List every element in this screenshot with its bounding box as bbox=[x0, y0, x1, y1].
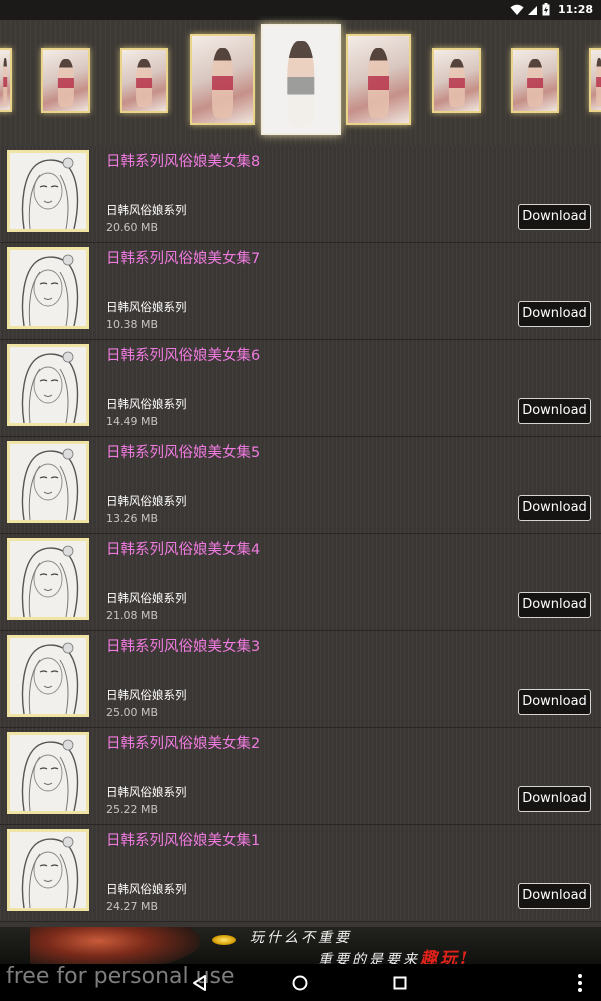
list-item[interactable]: 日韩系列风俗娘美女集7 日韩风俗娘系列 10.38 MB Download bbox=[0, 243, 601, 340]
item-size: 20.60 MB bbox=[106, 221, 159, 234]
sketch-portrait-icon bbox=[10, 735, 86, 811]
status-bar: 11:28 bbox=[0, 0, 601, 20]
list-item[interactable]: 日韩系列风俗娘美女集4 日韩风俗娘系列 21.08 MB Download bbox=[0, 534, 601, 631]
gallery-thumb-1[interactable] bbox=[0, 48, 12, 112]
ad-line2-prefix: 重要的是要来 bbox=[318, 952, 420, 964]
item-thumbnail bbox=[7, 732, 89, 814]
download-button[interactable]: Download bbox=[518, 398, 591, 424]
download-button[interactable]: Download bbox=[518, 592, 591, 618]
item-title: 日韩系列风俗娘美女集6 bbox=[106, 348, 261, 364]
item-title: 日韩系列风俗娘美女集2 bbox=[106, 736, 261, 752]
item-subtitle: 日韩风俗娘系列 bbox=[106, 688, 187, 702]
list-item[interactable]: 日韩系列风俗娘美女集2 日韩风俗娘系列 25.22 MB Download bbox=[0, 728, 601, 825]
item-size: 13.26 MB bbox=[106, 512, 159, 525]
item-title: 日韩系列风俗娘美女集7 bbox=[106, 251, 261, 267]
gallery-thumb-3[interactable] bbox=[120, 48, 168, 113]
item-thumbnail bbox=[7, 344, 89, 426]
item-thumbnail bbox=[7, 635, 89, 717]
item-title: 日韩系列风俗娘美女集4 bbox=[106, 542, 261, 558]
recents-icon[interactable] bbox=[388, 971, 412, 995]
download-list: 日韩系列风俗娘美女集8 日韩风俗娘系列 20.60 MB Download 日韩… bbox=[0, 146, 601, 922]
gallery-thumb-5[interactable] bbox=[261, 24, 341, 135]
item-title: 日韩系列风俗娘美女集1 bbox=[106, 833, 261, 849]
download-button[interactable]: Download bbox=[518, 204, 591, 230]
ad-line2-highlight: 趣玩 bbox=[420, 949, 460, 964]
item-subtitle: 日韩风俗娘系列 bbox=[106, 397, 187, 411]
list-item[interactable]: 日韩系列风俗娘美女集1 日韩风俗娘系列 24.27 MB Download bbox=[0, 825, 601, 922]
list-item[interactable]: 日韩系列风俗娘美女集6 日韩风俗娘系列 14.49 MB Download bbox=[0, 340, 601, 437]
item-title: 日韩系列风俗娘美女集8 bbox=[106, 154, 261, 170]
home-icon[interactable] bbox=[288, 971, 312, 995]
status-icons: 11:28 bbox=[510, 3, 593, 16]
gallery-thumb-9[interactable] bbox=[589, 48, 601, 112]
sketch-portrait-icon bbox=[10, 832, 86, 908]
gallery-strip[interactable] bbox=[0, 20, 601, 147]
gallery-thumb-7[interactable] bbox=[432, 48, 481, 113]
ad-banner[interactable]: 玩什么不重要 重要的是要来趣玩! bbox=[0, 927, 601, 964]
item-size: 10.38 MB bbox=[106, 318, 159, 331]
signal-icon bbox=[527, 5, 537, 15]
ad-line2-suffix: ! bbox=[460, 949, 471, 964]
item-size: 25.00 MB bbox=[106, 706, 159, 719]
list-item[interactable]: 日韩系列风俗娘美女集5 日韩风俗娘系列 13.26 MB Download bbox=[0, 437, 601, 534]
item-subtitle: 日韩风俗娘系列 bbox=[106, 591, 187, 605]
ad-line2: 重要的是要来趣玩! bbox=[318, 944, 470, 964]
item-size: 14.49 MB bbox=[106, 415, 159, 428]
item-size: 25.22 MB bbox=[106, 803, 159, 816]
item-subtitle: 日韩风俗娘系列 bbox=[106, 203, 187, 217]
sketch-portrait-icon bbox=[10, 250, 86, 326]
download-button[interactable]: Download bbox=[518, 689, 591, 715]
sketch-portrait-icon bbox=[10, 541, 86, 617]
gallery-thumb-2[interactable] bbox=[41, 48, 90, 113]
download-button[interactable]: Download bbox=[518, 301, 591, 327]
battery-icon bbox=[542, 3, 550, 16]
download-button[interactable]: Download bbox=[518, 495, 591, 521]
gallery-thumb-8[interactable] bbox=[511, 48, 559, 113]
item-thumbnail bbox=[7, 247, 89, 329]
item-thumbnail bbox=[7, 829, 89, 911]
overflow-menu-icon[interactable] bbox=[568, 971, 592, 995]
watermark-text: free for personal use bbox=[6, 964, 235, 989]
item-size: 24.27 MB bbox=[106, 900, 159, 913]
item-subtitle: 日韩风俗娘系列 bbox=[106, 494, 187, 508]
item-subtitle: 日韩风俗娘系列 bbox=[106, 300, 187, 314]
item-subtitle: 日韩风俗娘系列 bbox=[106, 785, 187, 799]
list-item[interactable]: 日韩系列风俗娘美女集8 日韩风俗娘系列 20.60 MB Download bbox=[0, 146, 601, 243]
status-time: 11:28 bbox=[557, 3, 593, 16]
sketch-portrait-icon bbox=[10, 153, 86, 229]
sketch-portrait-icon bbox=[10, 638, 86, 714]
item-size: 21.08 MB bbox=[106, 609, 159, 622]
gallery-thumb-4[interactable] bbox=[190, 34, 255, 125]
item-subtitle: 日韩风俗娘系列 bbox=[106, 882, 187, 896]
ad-character-image bbox=[30, 927, 200, 964]
download-button[interactable]: Download bbox=[518, 883, 591, 909]
item-title: 日韩系列风俗娘美女集5 bbox=[106, 445, 261, 461]
item-thumbnail bbox=[7, 150, 89, 232]
ad-orb-icon bbox=[212, 935, 236, 945]
item-thumbnail bbox=[7, 441, 89, 523]
item-thumbnail bbox=[7, 538, 89, 620]
sketch-portrait-icon bbox=[10, 444, 86, 520]
download-button[interactable]: Download bbox=[518, 786, 591, 812]
sketch-portrait-icon bbox=[10, 347, 86, 423]
list-item[interactable]: 日韩系列风俗娘美女集3 日韩风俗娘系列 25.00 MB Download bbox=[0, 631, 601, 728]
wifi-icon bbox=[510, 4, 524, 15]
gallery-thumb-6[interactable] bbox=[346, 34, 411, 125]
item-title: 日韩系列风俗娘美女集3 bbox=[106, 639, 261, 655]
